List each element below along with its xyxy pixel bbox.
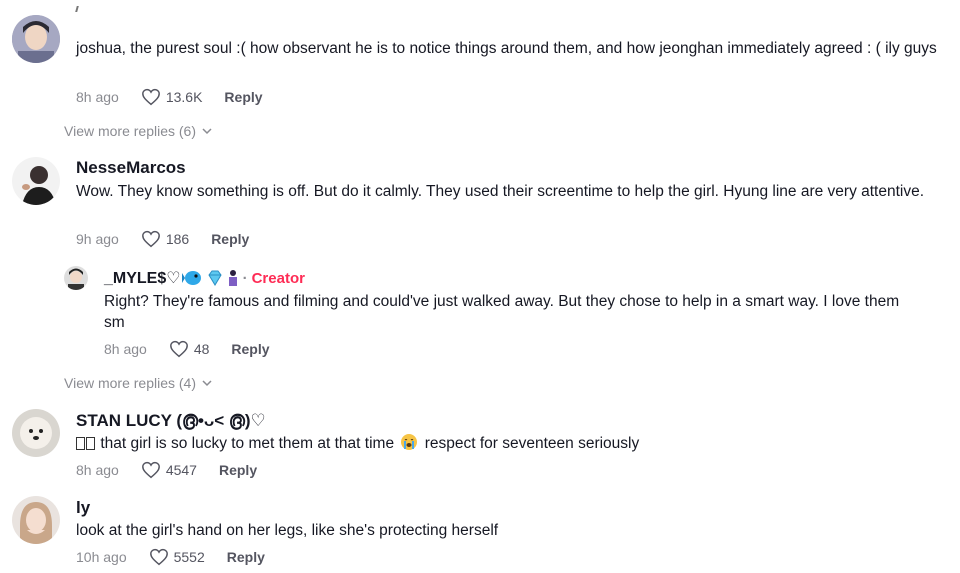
comment-text: Wow. They know something is off. But do …	[76, 183, 925, 200]
chevron-down-icon	[202, 379, 212, 386]
truncated-mark	[75, 6, 79, 12]
avatar[interactable]	[12, 496, 60, 544]
comment-username[interactable]: STAN LUCY (൫•ᴗ< ൫)♡	[76, 411, 266, 431]
comment-time: 8h ago	[76, 89, 119, 105]
comment-meta: 8h ago 4547 Reply	[76, 461, 257, 479]
separator-dot: ·	[242, 269, 248, 287]
reply-button[interactable]: Reply	[211, 231, 249, 247]
heart-icon	[169, 340, 188, 358]
reply-time: 8h ago	[104, 341, 147, 357]
comment-time: 8h ago	[76, 462, 119, 478]
view-more-replies[interactable]: View more replies (6)	[64, 123, 212, 139]
comment-username[interactable]: NesseMarcos	[76, 158, 186, 178]
reply-button[interactable]: Reply	[227, 549, 265, 565]
reply-button[interactable]: Reply	[219, 462, 257, 478]
like-button[interactable]: 5552	[149, 548, 205, 566]
reply-button[interactable]: Reply	[231, 341, 269, 357]
heart-icon	[149, 548, 168, 566]
crying-face-emoji-icon	[401, 434, 418, 450]
gem-icon	[207, 270, 222, 286]
user-avatar-icon	[12, 15, 60, 63]
like-button[interactable]: 48	[169, 340, 210, 358]
missing-glyph-icon	[76, 437, 85, 450]
comment-text-after: respect for seventeen seriously	[424, 435, 640, 452]
like-count: 186	[165, 231, 190, 247]
reply-text: Right? They're famous and filming and co…	[104, 293, 900, 331]
heart-icon	[141, 88, 160, 106]
missing-glyph-icon	[86, 437, 95, 450]
user-avatar-icon	[12, 496, 60, 544]
fish-emoji-icon	[181, 271, 201, 285]
chevron-down-icon	[202, 127, 212, 134]
comment-meta: 8h ago 13.6K Reply	[76, 88, 263, 106]
view-more-label: View more replies (6)	[64, 123, 197, 139]
comment-username[interactable]: ly	[76, 498, 90, 518]
like-button[interactable]: 13.6K	[141, 88, 203, 106]
avatar[interactable]	[64, 266, 88, 290]
reply-username[interactable]: _MYLE$♡	[104, 268, 181, 288]
avatar[interactable]	[12, 157, 60, 205]
comment-text: that girl is so lucky to met them at tha…	[100, 435, 395, 452]
view-more-replies[interactable]: View more replies (4)	[64, 375, 212, 391]
reply-username-row: _MYLE$♡ · Creator	[104, 268, 305, 288]
like-count: 4547	[165, 462, 197, 478]
reply-button[interactable]: Reply	[224, 89, 262, 105]
comment-text: look at the girl's hand on her legs, lik…	[76, 522, 499, 539]
comment-text: joshua, the purest soul :( how observant…	[76, 40, 937, 57]
comment-time: 9h ago	[76, 231, 119, 247]
comment-time: 10h ago	[76, 549, 127, 565]
avatar[interactable]	[12, 15, 60, 63]
user-avatar-icon	[64, 266, 88, 290]
like-count: 5552	[173, 549, 205, 565]
creator-badge: Creator	[251, 269, 305, 287]
reply-meta: 8h ago 48 Reply	[104, 340, 270, 358]
like-button[interactable]: 186	[141, 230, 189, 248]
comment-meta: 10h ago 5552 Reply	[76, 548, 265, 566]
comment-meta: 9h ago 186 Reply	[76, 230, 249, 248]
comment-text-row: that girl is so lucky to met them at tha…	[76, 433, 946, 454]
heart-icon	[141, 230, 160, 248]
like-button[interactable]: 4547	[141, 461, 197, 479]
user-avatar-icon	[12, 157, 60, 205]
person-emoji-icon	[228, 270, 237, 286]
user-avatar-icon	[12, 409, 60, 457]
heart-icon	[141, 461, 160, 479]
view-more-label: View more replies (4)	[64, 375, 197, 391]
like-count: 48	[193, 341, 210, 357]
avatar[interactable]	[12, 409, 60, 457]
like-count: 13.6K	[165, 89, 203, 105]
